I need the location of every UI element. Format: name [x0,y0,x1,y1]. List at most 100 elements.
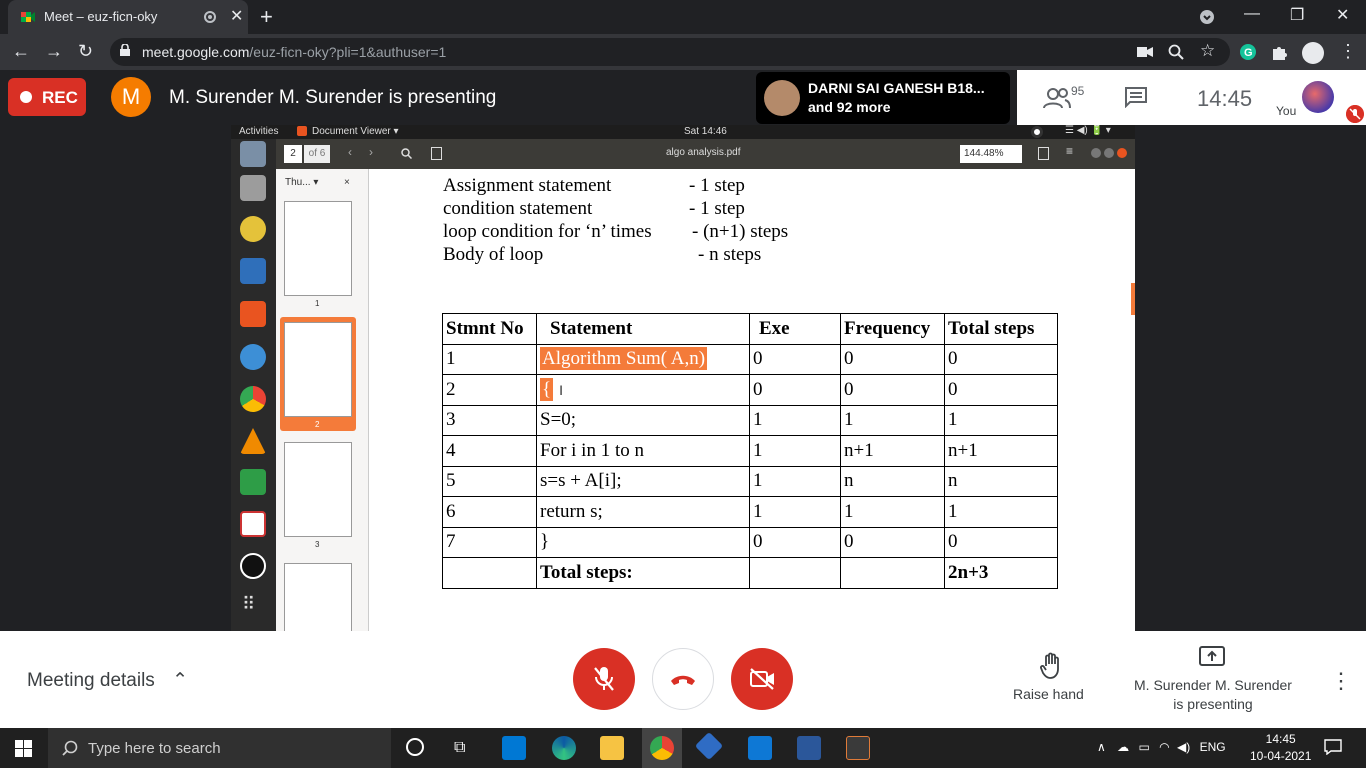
tray-expand-icon[interactable]: ∧ [1097,740,1106,754]
presenting-status[interactable]: M. Surender M. Surender is presenting [1131,676,1295,714]
taskbar-word-icon[interactable] [797,736,821,760]
dock-document-viewer-icon[interactable] [240,511,266,537]
scrollbar-thumb[interactable] [1131,283,1135,315]
taskbar-search-box[interactable]: Type here to search [48,728,391,768]
taskbar-vscode-icon[interactable] [748,736,772,760]
table-cell [749,557,841,589]
mic-off-button[interactable] [573,648,635,710]
system-tray-icons[interactable]: ☰ ◀) 🔋 ▾ [1065,125,1111,136]
omnibox[interactable]: meet.google.com/euz-ficn-oky?pli=1&authu… [110,38,1230,66]
grammarly-icon[interactable]: G [1240,44,1256,60]
dock-show-apps-icon[interactable]: ⠿ [242,594,255,615]
dock-help-icon[interactable] [240,344,266,370]
next-page-icon[interactable]: › [369,145,373,159]
page-count: of 6 [304,145,330,163]
close-window-button[interactable]: ✕ [1336,5,1349,25]
raise-hand-label[interactable]: Raise hand [1013,686,1084,702]
table-cell: S=0; [536,404,750,436]
zoom-icon[interactable] [1168,44,1184,60]
table-cell: 0 [944,526,1058,558]
url-text: meet.google.com/euz-ficn-oky?pli=1&authu… [142,44,446,60]
page-thumbnail-1[interactable] [284,201,352,296]
page-thumbnail-4[interactable] [284,563,352,631]
dock-obs-icon[interactable] [240,553,266,579]
profile-avatar[interactable] [1302,42,1324,64]
dock-vlc-icon[interactable] [240,428,266,454]
meeting-details-button[interactable]: Meeting details ⌃ [27,669,188,692]
taskbar-clock[interactable]: 14:45 10-04-2021 [1250,731,1311,765]
window-minimize-icon[interactable] [1091,148,1101,158]
dock-calc-icon[interactable] [240,469,266,495]
app-menu[interactable]: Document Viewer ▾ [312,126,399,137]
back-button[interactable]: ← [12,41,30,62]
present-screen-icon[interactable] [1199,646,1225,666]
system-clock[interactable]: Sat 14:46 [684,126,727,137]
hamburger-menu-icon[interactable]: ≡ [1066,144,1073,158]
window-maximize-icon[interactable] [1104,148,1114,158]
cortana-icon[interactable] [406,738,424,756]
restore-button[interactable]: ❐ [1290,5,1304,25]
system-tray[interactable]: ∧ ☁ ▭ ◠ ◀) ENG [1097,740,1226,754]
prev-page-icon[interactable]: ‹ [348,145,352,159]
battery-icon[interactable]: ▭ [1138,740,1149,754]
onedrive-icon[interactable]: ☁ [1117,740,1129,754]
table-cell: n+1 [840,435,945,467]
recording-badge[interactable]: REC [8,78,86,116]
table-cell: 0 [749,343,841,375]
wifi-icon[interactable]: ◠ [1159,740,1169,754]
reload-button[interactable]: ↻ [78,41,93,62]
more-options-icon[interactable]: ⋮ [1330,668,1352,694]
task-view-icon[interactable]: ⧉ [454,739,465,757]
save-icon[interactable] [1038,147,1049,160]
dock-files-icon[interactable] [240,175,266,201]
participant-tile[interactable]: DARNI SAI GANESH B18... and 92 more [756,72,1010,124]
taskbar-date: 10-04-2021 [1250,749,1312,763]
activities-button[interactable]: Activities [239,126,278,137]
minimize-button[interactable]: — [1244,5,1260,23]
page-thumbnail-3[interactable] [284,442,352,537]
leave-call-button[interactable] [652,648,714,710]
chrome-menu-icon[interactable]: ⋮ [1339,41,1357,62]
raise-hand-icon[interactable] [1040,652,1064,680]
dock-software-icon[interactable] [240,301,266,327]
windows-start-icon[interactable] [15,740,32,757]
forward-button[interactable]: → [45,41,63,62]
new-tab-button[interactable]: + [260,4,273,30]
people-icon[interactable] [1043,87,1071,109]
table-total-row: Total steps: 2n+3 [442,557,1058,589]
dock-chrome-icon[interactable] [240,386,266,412]
chat-icon[interactable] [1124,86,1148,108]
camera-off-button[interactable] [731,648,793,710]
dock-writer-icon[interactable] [240,258,266,284]
annotations-icon[interactable] [431,147,442,160]
camera-blocked-icon[interactable] [1137,45,1153,59]
page-number-input[interactable]: 2 [284,145,302,163]
taskbar-store-icon[interactable] [502,736,526,760]
notifications-icon[interactable] [1324,739,1342,755]
obs-tray-icon[interactable] [1031,126,1043,138]
extensions-puzzle-icon[interactable] [1271,44,1287,60]
find-icon[interactable] [401,148,412,159]
volume-icon[interactable]: ◀) [1177,740,1190,754]
taskbar-chrome-icon[interactable] [650,736,674,760]
taskbar-edge-icon[interactable] [552,736,576,760]
table-cell: 0 [944,343,1058,375]
thumbnail-label: 3 [315,540,320,549]
browser-tab-meet[interactable]: Meet – euz-ficn-oky ✕ [8,0,248,34]
tab-search-icon[interactable] [1199,9,1215,25]
presenting-status-line1: M. Surender M. Surender [1134,677,1292,693]
sidebar-close-icon[interactable]: × [344,177,350,188]
self-mic-off-icon [1346,105,1364,123]
page-thumbnail-2[interactable] [284,322,352,417]
window-close-icon[interactable] [1117,148,1127,158]
dock-thunderbird-icon[interactable] [240,141,266,167]
language-indicator[interactable]: ENG [1200,740,1226,754]
bookmark-star-icon[interactable]: ☆ [1200,41,1215,61]
close-tab-icon[interactable]: ✕ [230,6,243,26]
taskbar-app2-icon[interactable] [846,736,870,760]
self-avatar[interactable] [1302,81,1334,113]
zoom-select[interactable]: 144.48% [960,145,1022,163]
dock-rhythmbox-icon[interactable] [240,216,266,242]
taskbar-file-explorer-icon[interactable] [600,736,624,760]
sidebar-mode-select[interactable]: Thu... ▾ [285,177,318,188]
